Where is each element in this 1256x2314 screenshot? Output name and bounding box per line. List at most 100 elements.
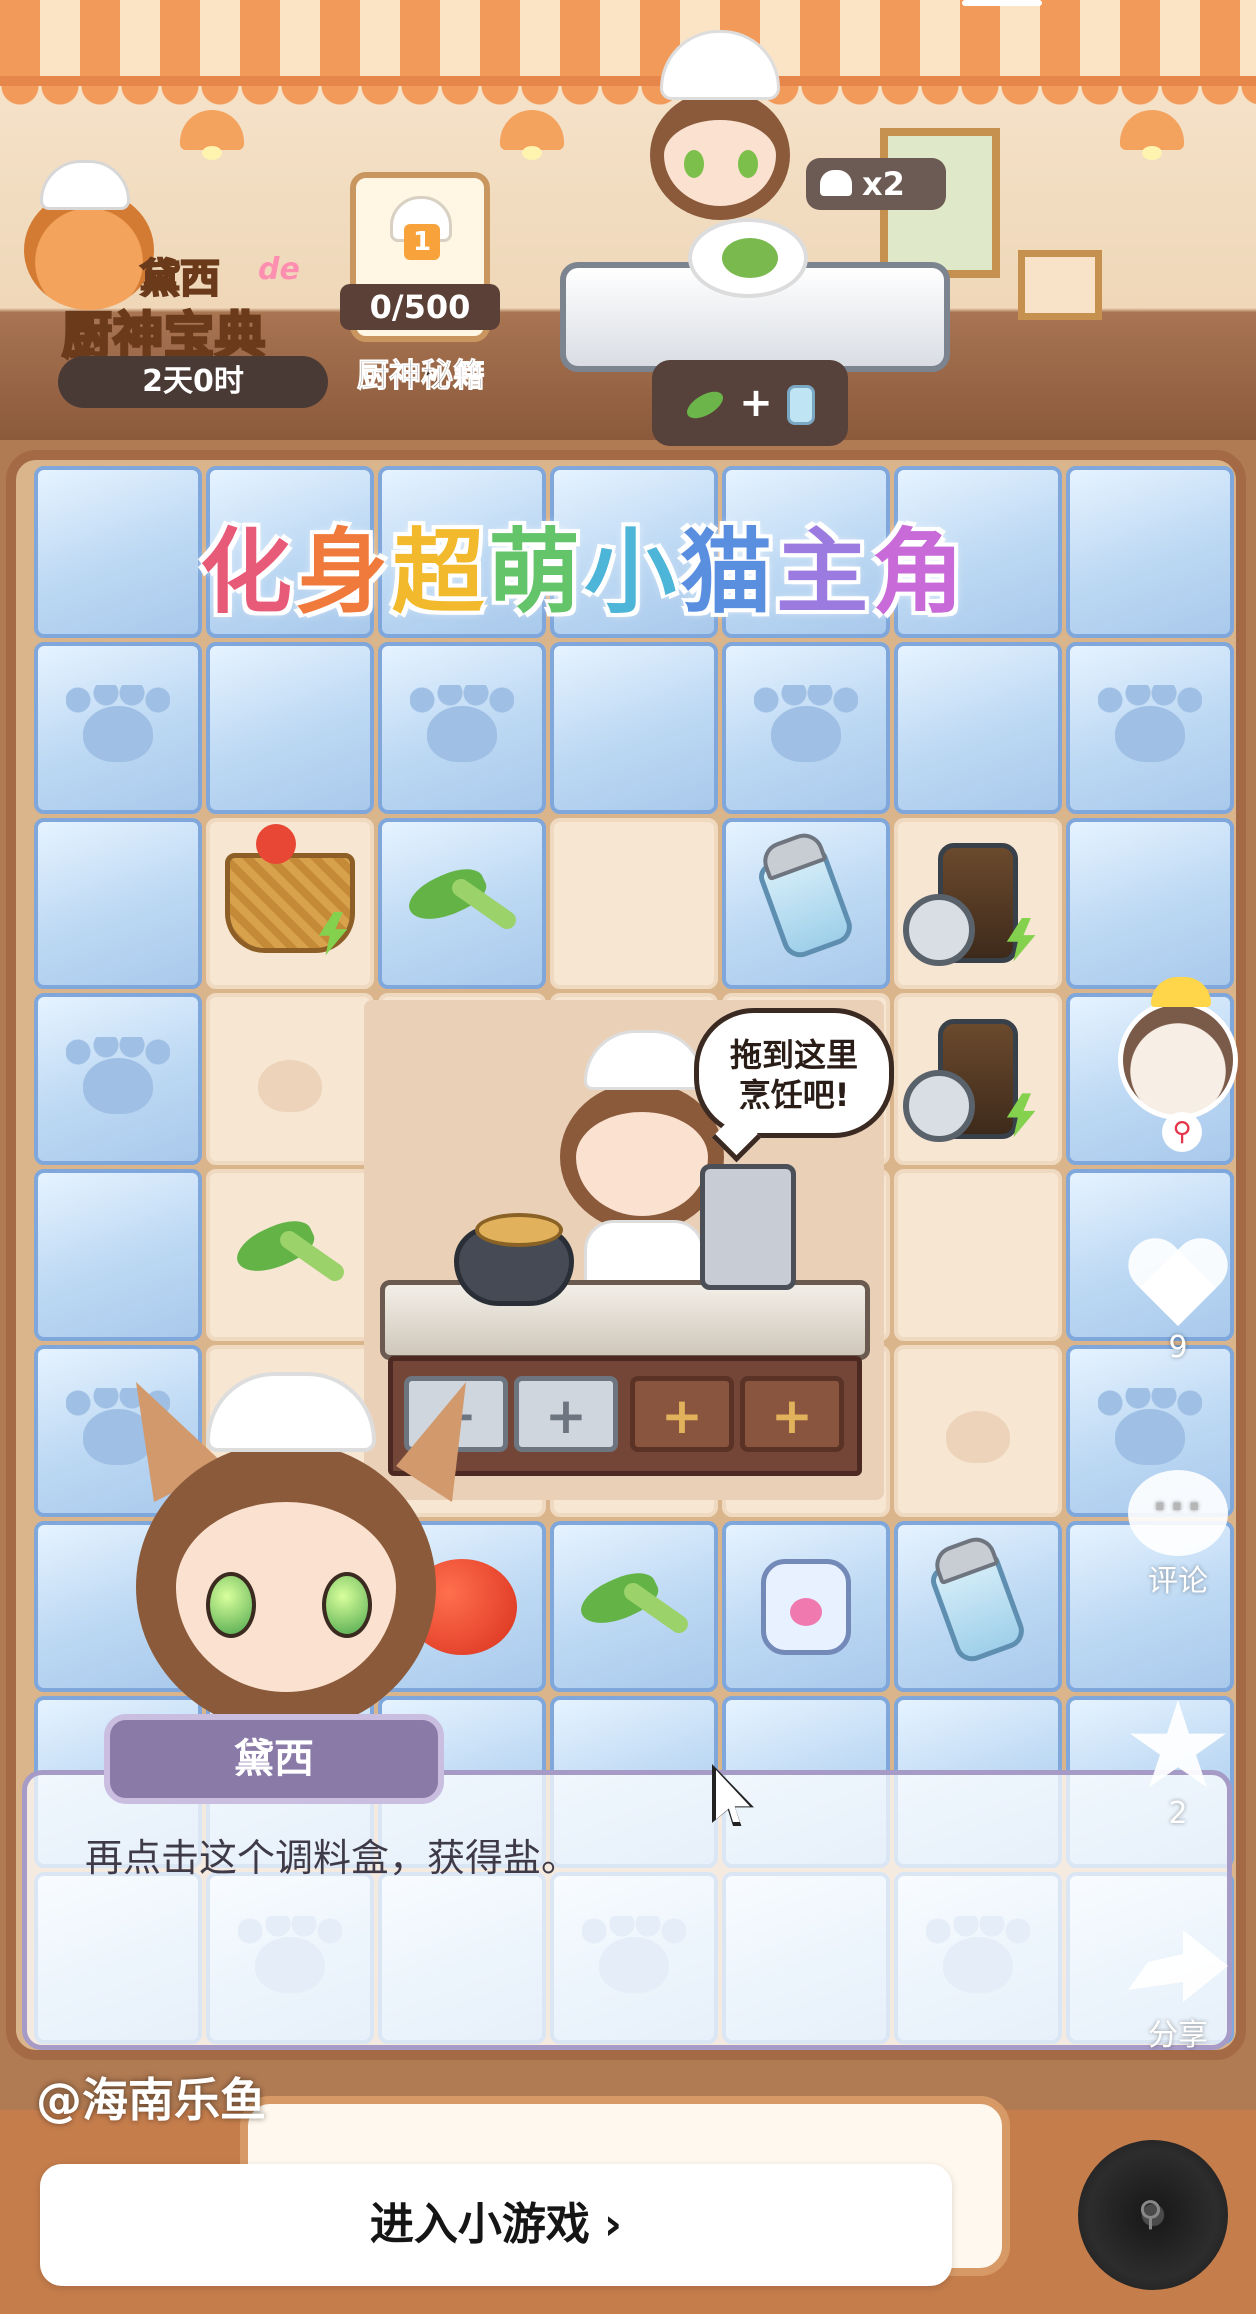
vegetable-icon (682, 386, 728, 424)
board-cell[interactable] (894, 817, 1062, 990)
event-timer: 2天0时 (58, 356, 328, 408)
eye-icon (738, 150, 758, 178)
enter-minigame-button[interactable]: 进入小游戏 › (40, 2164, 952, 2286)
eye-icon (322, 1572, 372, 1638)
ice-tile-paw[interactable] (1066, 641, 1234, 814)
status-notch (962, 0, 1042, 6)
lamp-icon (180, 110, 244, 160)
recipe-book-level: 1 (404, 224, 440, 260)
banner-char: 萌 (488, 519, 585, 626)
cat-ear-icon (396, 1382, 466, 1502)
stove-slot-locked[interactable]: + (630, 1376, 734, 1452)
ice-tile[interactable] (1066, 817, 1234, 990)
banner-char: 角 (872, 519, 969, 626)
board-cell[interactable] (206, 817, 374, 990)
eye-icon (684, 150, 704, 178)
speaker-name: 黛西 (104, 1714, 444, 1804)
ice-tile-paw[interactable] (378, 641, 546, 814)
enter-minigame-label: 进入小游戏 (369, 2199, 590, 2250)
chef-hat-icon (40, 160, 130, 210)
order-dish-icon (688, 218, 808, 298)
board-cell[interactable] (894, 1344, 1062, 1517)
board-cell[interactable] (550, 1520, 718, 1693)
speech-bubble: 拖到这里 烹饪吧! (694, 1008, 894, 1138)
ice-tile[interactable] (34, 1169, 202, 1341)
wall-picture-small (1018, 250, 1102, 320)
salt-shaker-icon (927, 1547, 1029, 1666)
recipe-book-progress: 0/500 (340, 284, 500, 330)
banner-char: 超 (392, 519, 489, 626)
speaker-portrait (96, 1372, 466, 1762)
board-cell[interactable] (206, 1169, 374, 1341)
multiplier-value: x2 (862, 165, 905, 203)
ice-tile-paw[interactable] (722, 641, 890, 814)
star-icon (1130, 1700, 1226, 1788)
link-icon[interactable]: ⚲ (1162, 1112, 1202, 1152)
board-cell[interactable] (894, 1520, 1062, 1693)
ice-tile[interactable] (894, 641, 1062, 814)
banner-char: 身 (296, 519, 393, 626)
chef-face (650, 90, 790, 220)
eye-icon (206, 1572, 256, 1638)
event-name-suffix: de (258, 252, 300, 287)
dialog-box[interactable]: 再点击这个调料盒，获得盐。 (22, 1770, 1232, 2050)
comment-button[interactable]: ··· 评论 (1118, 1470, 1238, 1600)
vegetable-icon (579, 1575, 689, 1639)
speech-line-1: 拖到这里 (729, 1036, 858, 1074)
banner-char: 猫 (680, 519, 777, 626)
chef-hat-icon (660, 30, 780, 100)
vegetable-icon (407, 871, 517, 935)
like-count: 9 (1168, 1330, 1188, 1365)
heart-icon (1128, 1240, 1228, 1330)
creator-avatar[interactable] (1118, 977, 1238, 1120)
banner-char: 化 (200, 519, 297, 626)
like-button[interactable]: 9 (1118, 1240, 1238, 1365)
ice-tile[interactable] (550, 641, 718, 814)
recipe-book[interactable]: 1 0/500 厨神秘籍 (340, 172, 500, 402)
banner-char: 主 (776, 519, 873, 626)
chef-hat-icon (820, 170, 852, 196)
lamp-icon (500, 110, 564, 160)
ice-tile[interactable] (34, 817, 202, 990)
seasoning-box-icon (761, 1558, 851, 1655)
board-cell[interactable] (722, 1520, 890, 1693)
ice-tile-paw[interactable] (34, 641, 202, 814)
ice-tile[interactable] (34, 466, 202, 638)
share-label: 分享 (1148, 2018, 1208, 2053)
recipe-book-label: 厨神秘籍 (356, 356, 485, 395)
music-disc-icon[interactable]: ⚲ (1078, 2140, 1228, 2290)
banner-char: 小 (584, 519, 681, 626)
board-cell[interactable] (894, 993, 1062, 1166)
comment-icon: ··· (1128, 1470, 1228, 1556)
oil-bottle-icon (903, 843, 1018, 967)
link-icon: ⚲ (1138, 2194, 1163, 2234)
lamp-icon (1120, 110, 1184, 160)
cooking-pot-icon (454, 1213, 574, 1306)
vegetable-icon (235, 1223, 345, 1287)
favorite-count: 2 (1168, 1796, 1188, 1831)
share-button[interactable]: 分享 (1118, 1930, 1238, 2054)
favorite-button[interactable]: 2 (1118, 1700, 1238, 1831)
stove-counter (380, 1280, 870, 1360)
ice-tile-paw[interactable] (34, 993, 202, 1166)
stove-slot-locked[interactable]: + (740, 1376, 844, 1452)
recipe-plus: + (739, 380, 773, 426)
chef-hat-icon (206, 1372, 376, 1452)
appliance-icon (700, 1164, 796, 1290)
creator-watermark: @海南乐鱼 (36, 2073, 266, 2127)
ice-tile[interactable] (206, 641, 374, 814)
event-badge[interactable]: 黛西 de 厨神宝典 2天0时 (10, 160, 330, 410)
board-cell[interactable] (206, 993, 374, 1166)
stove-slot[interactable]: + (514, 1376, 618, 1452)
order-multiplier: x2 (806, 158, 946, 210)
oil-bottle-icon (903, 1019, 1018, 1143)
portrait-face (136, 1442, 436, 1732)
salt-shaker-icon (755, 844, 857, 963)
comment-label: 评论 (1148, 1564, 1208, 1599)
dialog-text: 再点击这个调料盒，获得盐。 (85, 1836, 580, 1880)
board-cell[interactable] (722, 817, 890, 990)
board-cell[interactable] (550, 817, 718, 990)
board-cell[interactable] (378, 817, 546, 990)
board-cell[interactable] (894, 1169, 1062, 1341)
promo-banner: 化身超萌小猫主角 (200, 498, 1100, 628)
